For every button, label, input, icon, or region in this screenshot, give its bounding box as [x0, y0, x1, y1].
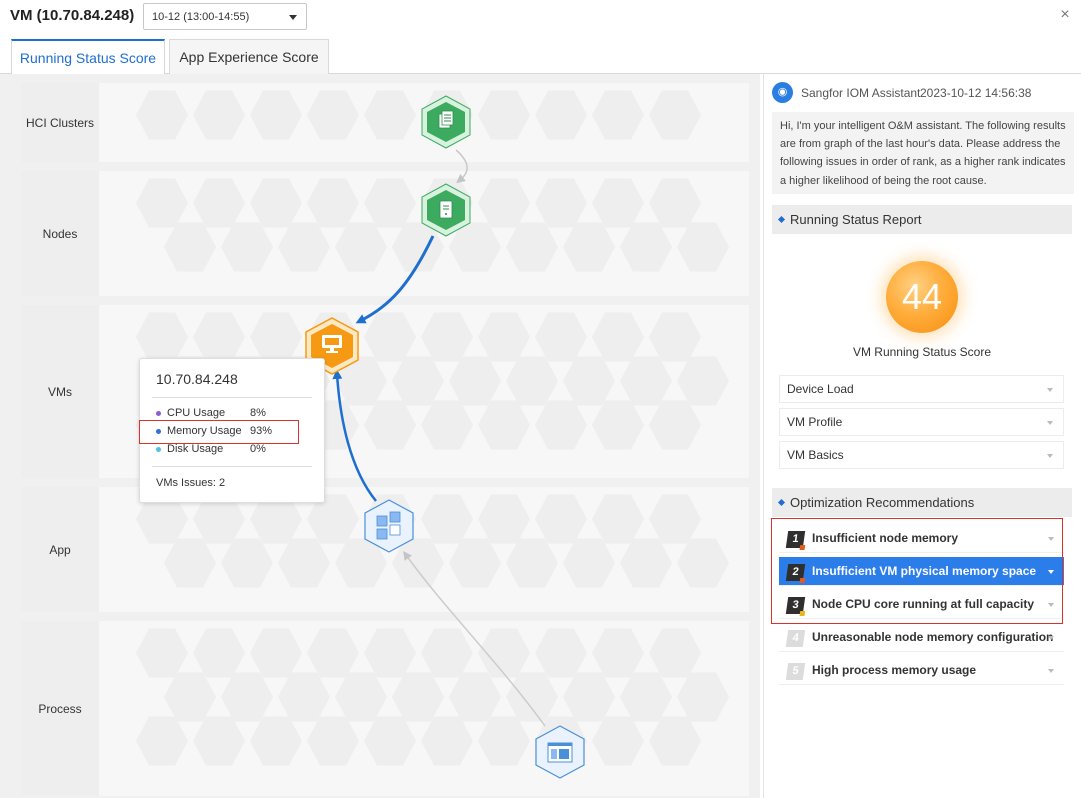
assistant-name: Sangfor IOM Assistant	[801, 86, 921, 100]
metric-disk-usage: Disk Usage 0%	[156, 443, 266, 455]
assistant-panel: ◉ Sangfor IOM Assistant 2023-10-12 14:56…	[763, 74, 1081, 798]
recommendation-label: High process memory usage	[812, 663, 977, 677]
tooltip-title: 10.70.84.248	[156, 371, 238, 387]
disk-dot-icon	[156, 446, 161, 452]
recommendation-label: Unreasonable node memory configuration	[812, 630, 1054, 644]
assistant-message: Hi, I'm your intelligent O&M assistant. …	[772, 112, 1074, 194]
process-window-icon	[547, 742, 573, 763]
process-node[interactable]	[535, 725, 585, 779]
edge-cluster-to-node	[455, 149, 468, 184]
chevron-down-icon	[289, 15, 297, 20]
hci-cluster-node[interactable]	[421, 95, 471, 149]
chevron-down-icon	[1048, 669, 1054, 673]
edge-process-to-app	[403, 550, 546, 727]
recommendation-item-5[interactable]: 5 High process memory usage	[779, 656, 1064, 685]
host-node[interactable]	[421, 183, 471, 237]
metric-cpu-usage: CPU Usage 8%	[156, 407, 266, 419]
app-node[interactable]	[364, 499, 414, 553]
divider	[152, 466, 312, 467]
diamond-bullet-icon	[777, 215, 786, 224]
topology-graph-area: HCI Clusters Nodes VMs App Process 10.70…	[0, 74, 760, 798]
optimization-recommendations-header: Optimization Recommendations	[772, 488, 1072, 517]
chevron-down-icon	[1047, 454, 1053, 458]
page-title: VM (10.70.84.248)	[10, 7, 135, 24]
cpu-dot-icon	[156, 410, 161, 416]
section-label: VM Basics	[787, 448, 844, 462]
rank-badge: 5	[785, 663, 806, 680]
chevron-down-icon	[1047, 388, 1053, 392]
edge-node-to-vm	[355, 235, 435, 324]
diamond-bullet-icon	[777, 498, 786, 507]
section-title: Optimization Recommendations	[790, 495, 975, 510]
top-recommendations-highlight	[771, 518, 1063, 624]
vm-profile-section[interactable]: VM Profile	[779, 408, 1064, 436]
topology-graph	[305, 95, 585, 779]
section-label: VM Profile	[787, 415, 843, 429]
assistant-bot-icon: ◉	[772, 82, 793, 103]
chevron-down-icon	[1047, 421, 1053, 425]
edge-app-to-vm	[332, 369, 377, 502]
device-load-section[interactable]: Device Load	[779, 375, 1064, 403]
tab-running-status-score[interactable]: Running Status Score	[11, 39, 165, 75]
vm-issues-count: VMs Issues: 2	[156, 477, 226, 489]
server-icon	[439, 200, 453, 219]
score-label: VM Running Status Score	[852, 345, 992, 359]
recommendation-item-4[interactable]: 4 Unreasonable node memory configuration	[779, 623, 1064, 652]
metric-value: 0%	[250, 443, 266, 455]
tab-app-experience-score[interactable]: App Experience Score	[169, 39, 329, 75]
memory-usage-highlight	[139, 420, 299, 444]
metric-value: 8%	[250, 407, 266, 419]
divider	[152, 397, 312, 398]
time-range-value: 10-12 (13:00-14:55)	[152, 11, 250, 23]
section-label: Device Load	[787, 382, 854, 396]
tab-bar: Running Status Score App Experience Scor…	[0, 36, 1081, 75]
score-gauge: 44	[886, 261, 958, 333]
chevron-down-icon	[1048, 636, 1054, 640]
time-range-select[interactable]: 10-12 (13:00-14:55)	[143, 3, 307, 30]
assistant-timestamp: 2023-10-12 14:56:38	[920, 86, 1032, 100]
close-icon[interactable]: ×	[1055, 5, 1075, 25]
metric-label: CPU Usage	[167, 407, 226, 419]
running-status-report-header: Running Status Report	[772, 205, 1072, 234]
vm-basics-section[interactable]: VM Basics	[779, 441, 1064, 469]
metric-label: Disk Usage	[167, 443, 224, 455]
rank-badge: 4	[785, 630, 806, 647]
section-title: Running Status Report	[790, 212, 922, 227]
window-header: VM (10.70.84.248) 10-12 (13:00-14:55) ×	[0, 0, 1081, 34]
